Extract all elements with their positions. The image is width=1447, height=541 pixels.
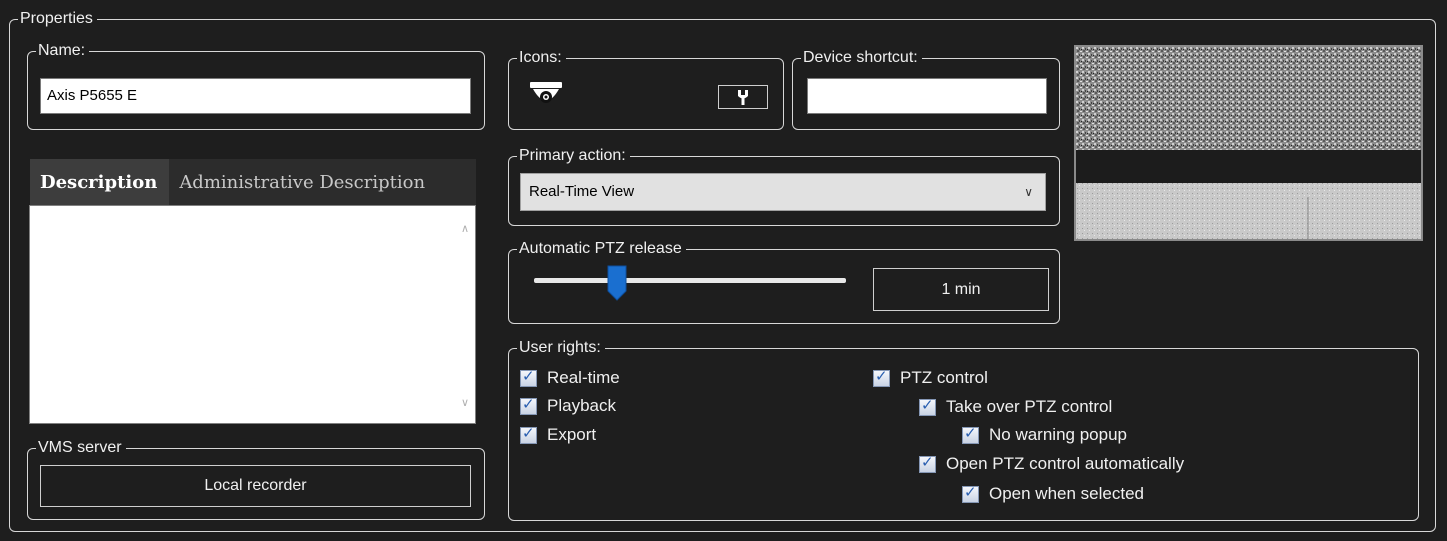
checkbox-open-ptz-auto[interactable]: Open PTZ control automatically [919, 453, 1185, 474]
checkbox-playback-label: Playback [547, 396, 616, 415]
device-shortcut-input[interactable] [807, 78, 1047, 114]
primary-action-value: Real-Time View [529, 183, 635, 200]
checkbox-export[interactable]: Export [520, 424, 597, 445]
checkbox-open-when-selected[interactable]: Open when selected [962, 483, 1144, 504]
local-recorder-button[interactable]: Local recorder [40, 465, 471, 507]
checkbox-take-over-ptz-box[interactable] [919, 396, 936, 416]
checkbox-realtime[interactable]: Real-time [520, 367, 620, 388]
chevron-down-icon: ∨ [1024, 185, 1033, 199]
checkbox-open-when-selected-label: Open when selected [989, 484, 1144, 503]
scroll-up-icon[interactable]: ∧ [461, 222, 469, 235]
icon-edit-button[interactable] [718, 85, 768, 109]
primary-action-select[interactable]: Real-Time View ∨ [520, 173, 1046, 211]
checkbox-take-over-ptz-label: Take over PTZ control [946, 397, 1113, 416]
tab-description[interactable]: Description [30, 159, 170, 205]
device-shortcut-label: Device shortcut: [801, 48, 922, 68]
checkbox-open-ptz-auto-label: Open PTZ control automatically [946, 454, 1185, 473]
checkbox-no-warning-popup-box[interactable] [962, 424, 979, 444]
checkbox-take-over-ptz[interactable]: Take over PTZ control [919, 396, 1113, 417]
user-rights-label: User rights: [517, 338, 605, 358]
checkbox-playback-box[interactable] [520, 395, 537, 415]
checkbox-open-when-selected-box[interactable] [962, 483, 979, 503]
description-tabs: Description Administrative Description [30, 159, 476, 205]
checkbox-no-warning-popup[interactable]: No warning popup [962, 424, 1127, 445]
checkbox-export-box[interactable] [520, 424, 537, 444]
scroll-down-icon[interactable]: ∨ [461, 396, 469, 409]
ptz-release-value: 1 min [873, 268, 1049, 311]
properties-title: Properties [18, 9, 97, 29]
wrench-icon [738, 90, 748, 105]
dome-camera-icon [530, 82, 562, 103]
description-textarea[interactable]: ∧ ∨ [29, 205, 476, 424]
name-label: Name: [36, 41, 90, 61]
tab-administrative-description[interactable]: Administrative Description [169, 159, 476, 205]
checkbox-open-ptz-auto-box[interactable] [919, 453, 936, 473]
camera-preview-image [1074, 45, 1423, 241]
checkbox-ptz-control-box[interactable] [873, 367, 890, 387]
checkbox-export-label: Export [547, 425, 597, 444]
primary-action-label: Primary action: [517, 146, 630, 166]
checkbox-playback[interactable]: Playback [520, 395, 616, 416]
checkbox-ptz-control[interactable]: PTZ control [873, 367, 988, 388]
vms-server-label: VMS server [36, 438, 126, 458]
checkbox-realtime-label: Real-time [547, 368, 620, 387]
name-input[interactable]: Axis P5655 E [40, 78, 471, 114]
checkbox-ptz-control-label: PTZ control [900, 368, 988, 387]
ptz-release-slider-track[interactable] [534, 278, 846, 283]
checkbox-no-warning-popup-label: No warning popup [989, 425, 1127, 444]
checkbox-realtime-box[interactable] [520, 367, 537, 387]
ptz-release-label: Automatic PTZ release [517, 239, 686, 259]
ptz-release-slider-thumb[interactable] [607, 265, 627, 301]
icons-label: Icons: [517, 48, 566, 68]
